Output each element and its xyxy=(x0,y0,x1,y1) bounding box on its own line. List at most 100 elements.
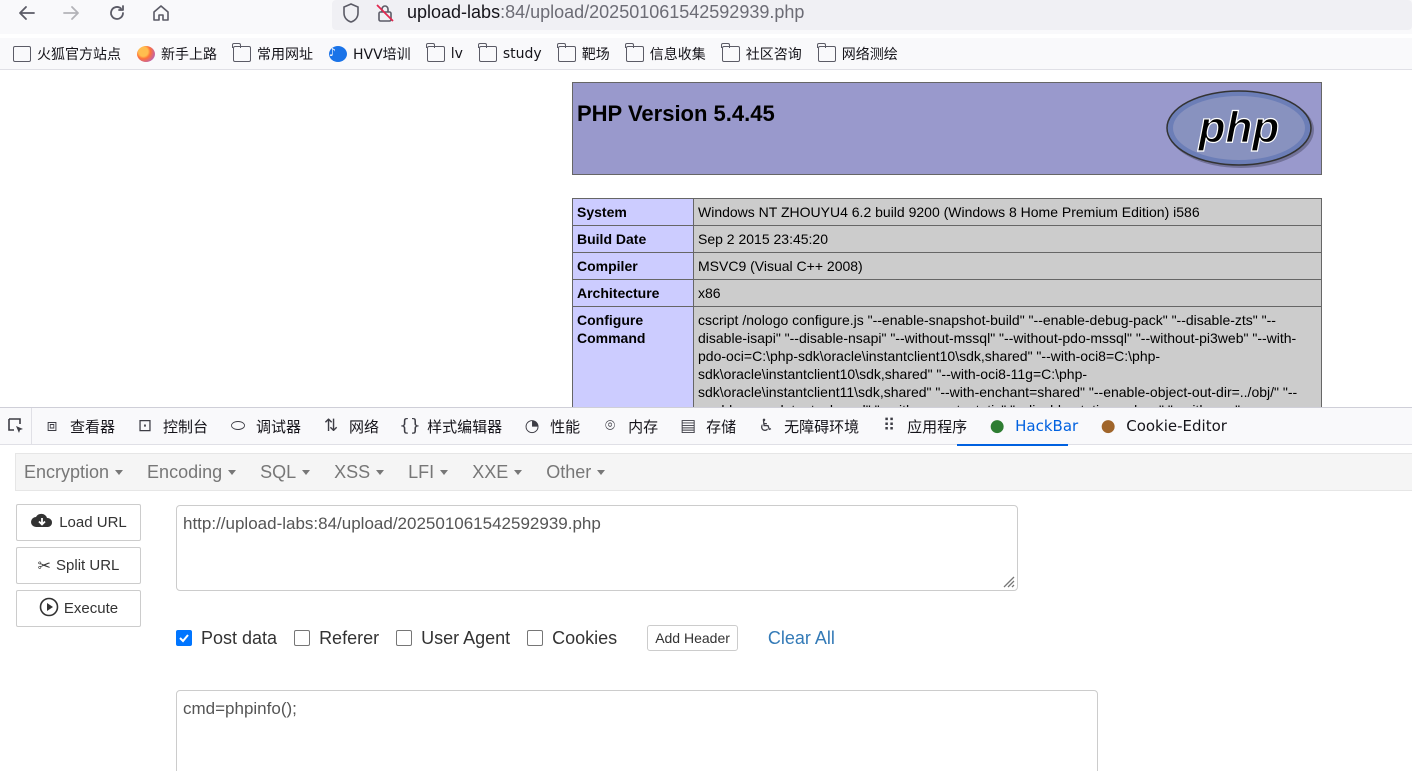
url-host: upload-labs xyxy=(407,2,501,22)
console-icon: ⊡ xyxy=(137,416,153,436)
devtools-tab[interactable]: ⧈ 查看器 xyxy=(32,408,125,444)
reload-button[interactable] xyxy=(100,0,134,26)
hackbar-menu-item[interactable]: Other xyxy=(546,462,606,483)
url-path: :84/upload/202501061542592939.php xyxy=(500,2,805,22)
hackbar-menu-item[interactable]: XXE xyxy=(472,461,523,483)
bookmark-item[interactable]: 靶场 xyxy=(557,42,610,64)
bookmark-item[interactable]: 社区咨询 xyxy=(721,42,802,64)
bookmark-item[interactable]: ♪ HVV培训 xyxy=(329,44,411,64)
folder-icon xyxy=(817,42,836,62)
insecure-lock-icon[interactable] xyxy=(374,2,396,24)
hackbar-menu-item[interactable]: Encoding xyxy=(147,462,237,483)
caret-down-icon xyxy=(514,469,523,475)
devtools-tab-label: 无障碍环境 xyxy=(784,417,860,436)
firefox-icon xyxy=(137,45,155,62)
devtools-tab[interactable]: ⊡ 控制台 xyxy=(125,408,218,444)
option-label: Cookies xyxy=(552,627,618,648)
bookmark-item[interactable]: study xyxy=(478,42,542,62)
split-url-button[interactable]: ✂ Split URL xyxy=(16,547,141,584)
hackbar-menu-label: XXE xyxy=(472,461,509,482)
memory-icon: ⌾ xyxy=(604,416,616,436)
devtools-panel: ⧈ 查看器 ⊡ 控制台 ⬭ 调试器 ⇅ 网络 {} 样式编辑器 ◔ 性能 ⌾ 内存 ▤ 存储 ♿ 无障碍环境 ⠿ 应用… xyxy=(0,407,1412,771)
scissors-icon: ✂ xyxy=(37,556,52,575)
shield-icon[interactable] xyxy=(340,2,362,24)
back-button[interactable] xyxy=(10,0,44,26)
phpinfo-row: Build Date Sep 2 2015 23:45:20 xyxy=(572,225,1322,253)
devtools-tab[interactable]: ⇅ 网络 xyxy=(311,408,389,444)
load-url-button[interactable]: Load URL xyxy=(16,504,141,541)
hackbar-icon: ● xyxy=(989,416,1005,436)
devtools-tab[interactable]: ⬭ 调试器 xyxy=(218,408,311,444)
checkbox[interactable] xyxy=(294,630,311,646)
arrow-right-icon xyxy=(63,6,79,20)
checkbox[interactable] xyxy=(396,630,413,646)
phpinfo-row: Configure Command cscript /nologo configu… xyxy=(572,306,1322,407)
resize-grip-icon[interactable] xyxy=(999,572,1015,588)
post-data-textarea[interactable]: cmd=phpinfo(); xyxy=(176,690,1098,771)
bookmark-item[interactable]: 火狐官方站点 xyxy=(13,44,121,64)
hackbar-menu-label: SQL xyxy=(260,461,297,482)
php-logo: php xyxy=(1166,90,1314,168)
hackbar-menu-item[interactable]: XSS xyxy=(334,462,385,483)
phpinfo-value: cscript /nologo configure.js "--enable-s… xyxy=(693,306,1322,407)
option-checkbox[interactable]: Referer xyxy=(294,628,379,649)
devtools-tab[interactable]: {} 样式编辑器 xyxy=(389,408,512,444)
checkbox[interactable] xyxy=(527,630,544,646)
phpinfo-row: System Windows NT ZHOUYU4 6.2 build 9200 … xyxy=(572,198,1322,226)
phpinfo-value: x86 xyxy=(693,279,1322,307)
devtools-tab[interactable]: ▤ 存储 xyxy=(668,408,746,444)
forward-button[interactable] xyxy=(54,0,88,26)
execute-button[interactable]: Execute xyxy=(16,590,141,627)
devtools-tab[interactable]: ♿ 无障碍环境 xyxy=(746,408,869,444)
devtools-tab-label: 网络 xyxy=(349,417,380,436)
phpinfo-header: PHP Version 5.4.45 php xyxy=(572,82,1322,175)
php-logo-text: php xyxy=(1198,103,1280,152)
devtools-tab[interactable]: ⠿ 应用程序 xyxy=(869,408,977,444)
hackbar-menu-item[interactable]: LFI xyxy=(408,462,449,483)
hackbar-menu-item[interactable]: Encryption xyxy=(24,461,124,483)
bookmark-item[interactable]: 新手上路 xyxy=(137,44,217,64)
phpinfo-value: MSVC9 (Visual C++ 2008) xyxy=(693,252,1322,280)
devtools-tab-label: 查看器 xyxy=(70,417,116,436)
devtools-tab-label: 应用程序 xyxy=(907,417,968,436)
home-icon xyxy=(153,5,169,21)
url-textarea[interactable]: http://upload-labs:84/upload/20250106154… xyxy=(176,505,1018,591)
devtools-tab-label: 调试器 xyxy=(256,417,302,436)
devtools-tab[interactable]: ◔ 性能 xyxy=(512,408,590,444)
bookmark-label: 靶场 xyxy=(581,46,610,63)
url-text[interactable]: upload-labs:84/upload/202501061542592939… xyxy=(407,2,804,23)
reload-icon xyxy=(110,5,124,20)
storage-icon: ▤ xyxy=(680,416,697,436)
accessibility-icon: ♿ xyxy=(758,416,774,436)
hackbar-menu-label: Encryption xyxy=(24,461,110,482)
option-checkbox[interactable]: Post data xyxy=(176,628,277,649)
phpinfo-row: Architecture x86 xyxy=(572,279,1322,307)
caret-down-icon xyxy=(302,469,311,475)
folder-icon xyxy=(478,42,497,62)
option-checkbox[interactable]: User Agent xyxy=(396,628,510,649)
option-checkbox[interactable]: Cookies xyxy=(527,628,617,649)
address-bar[interactable]: upload-labs:84/upload/202501061542592939… xyxy=(332,0,1412,30)
add-header-button[interactable]: Add Header xyxy=(647,625,738,651)
phpinfo-table: System Windows NT ZHOUYU4 6.2 build 9200 … xyxy=(572,198,1322,407)
home-button[interactable] xyxy=(144,0,178,26)
checkbox[interactable] xyxy=(176,630,192,646)
bookmark-item[interactable]: 信息收集 xyxy=(625,42,706,64)
devtools-tab[interactable]: ⌾ 内存 xyxy=(590,408,668,444)
folder-icon xyxy=(721,42,740,62)
hackbar-menu-item[interactable]: SQL xyxy=(260,461,311,483)
page-content: PHP Version 5.4.45 php System Windows NT … xyxy=(0,71,1412,407)
bookmark-label: 信息收集 xyxy=(649,46,706,63)
element-picker-button[interactable] xyxy=(0,408,32,444)
phpinfo-key: Architecture xyxy=(572,279,694,307)
caret-down-icon xyxy=(597,469,606,475)
clear-all-link[interactable]: Clear All xyxy=(768,628,835,649)
caret-down-icon xyxy=(228,469,237,475)
devtools-tab[interactable]: ● HackBar xyxy=(957,408,1088,446)
bookmark-item[interactable]: lv xyxy=(426,42,463,62)
devtools-tab[interactable]: ● Cookie-Editor xyxy=(1088,408,1237,444)
devtools-tab-label: 存储 xyxy=(706,417,737,436)
bookmark-item[interactable]: 常用网址 xyxy=(232,42,313,64)
devtools-tab-label: HackBar xyxy=(1015,417,1079,435)
bookmark-item[interactable]: 网络测绘 xyxy=(817,42,898,64)
